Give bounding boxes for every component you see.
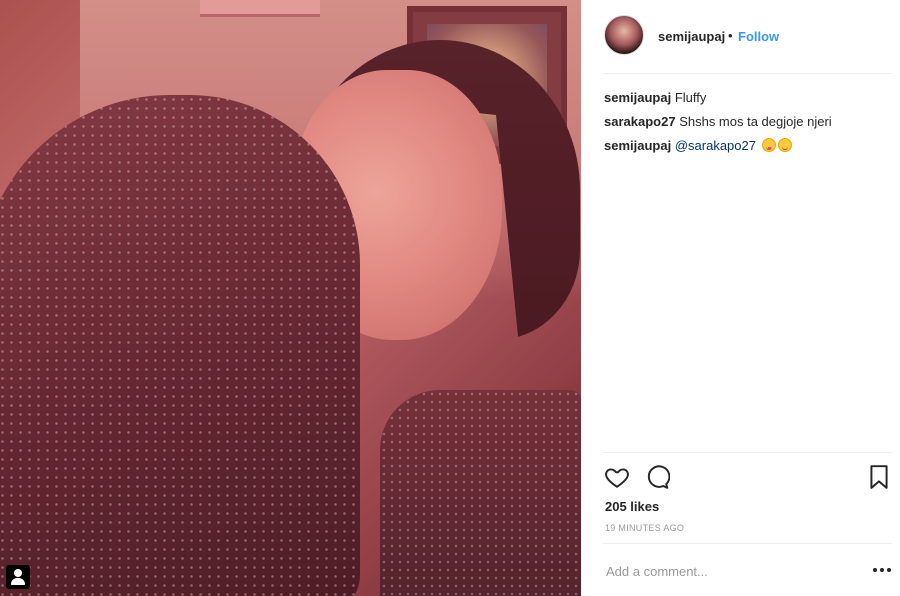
actions-divider bbox=[603, 452, 892, 453]
bookmark-icon[interactable] bbox=[868, 464, 890, 490]
comment-username[interactable]: semijaupaj bbox=[604, 138, 671, 153]
more-options-dot bbox=[887, 568, 891, 572]
comment-item: semijaupaj Fluffy bbox=[604, 90, 894, 106]
likes-count[interactable]: 205 likes bbox=[605, 499, 659, 514]
comment-text: Shshs mos ta degjoje njeri bbox=[679, 114, 832, 129]
comment-icon[interactable] bbox=[644, 464, 670, 490]
tagged-user-icon-head bbox=[14, 569, 22, 577]
post-side-panel: semijaupaj • Follow semijaupaj Fluffy sa… bbox=[581, 0, 900, 596]
post-photo[interactable] bbox=[0, 0, 581, 596]
comments-list: semijaupaj Fluffy sarakapo27 Shshs mos t… bbox=[604, 90, 894, 162]
follow-button[interactable]: Follow bbox=[738, 29, 779, 44]
comment-mention-link[interactable]: @sarakapo27 bbox=[675, 138, 756, 153]
comment-item: semijaupaj @sarakapo27 bbox=[604, 138, 894, 154]
comment-username[interactable]: sarakapo27 bbox=[604, 114, 676, 129]
more-options-icon[interactable] bbox=[873, 568, 893, 574]
comment-username[interactable]: semijaupaj bbox=[604, 90, 671, 105]
tongue-face-emoji-icon bbox=[761, 138, 776, 152]
smiling-face-emoji-icon bbox=[777, 138, 792, 152]
header-divider bbox=[603, 73, 892, 74]
add-comment-divider bbox=[603, 543, 892, 544]
header-username[interactable]: semijaupaj bbox=[658, 29, 725, 44]
comment-text: Fluffy bbox=[674, 90, 707, 105]
more-options-dot bbox=[873, 568, 877, 572]
more-options-dot bbox=[880, 568, 884, 572]
header-separator: • bbox=[728, 28, 733, 43]
tagged-user-icon-body bbox=[11, 578, 25, 585]
post-header: semijaupaj • Follow bbox=[581, 0, 900, 74]
tagged-user-icon[interactable] bbox=[6, 565, 30, 589]
comment-item: sarakapo27 Shshs mos ta degjoje njeri bbox=[604, 114, 894, 130]
add-comment-input[interactable] bbox=[604, 556, 858, 586]
photo-tint bbox=[0, 0, 581, 596]
post-timestamp[interactable]: 19 MINUTES AGO bbox=[605, 523, 684, 533]
avatar[interactable] bbox=[604, 15, 644, 55]
heart-icon[interactable] bbox=[604, 464, 630, 490]
